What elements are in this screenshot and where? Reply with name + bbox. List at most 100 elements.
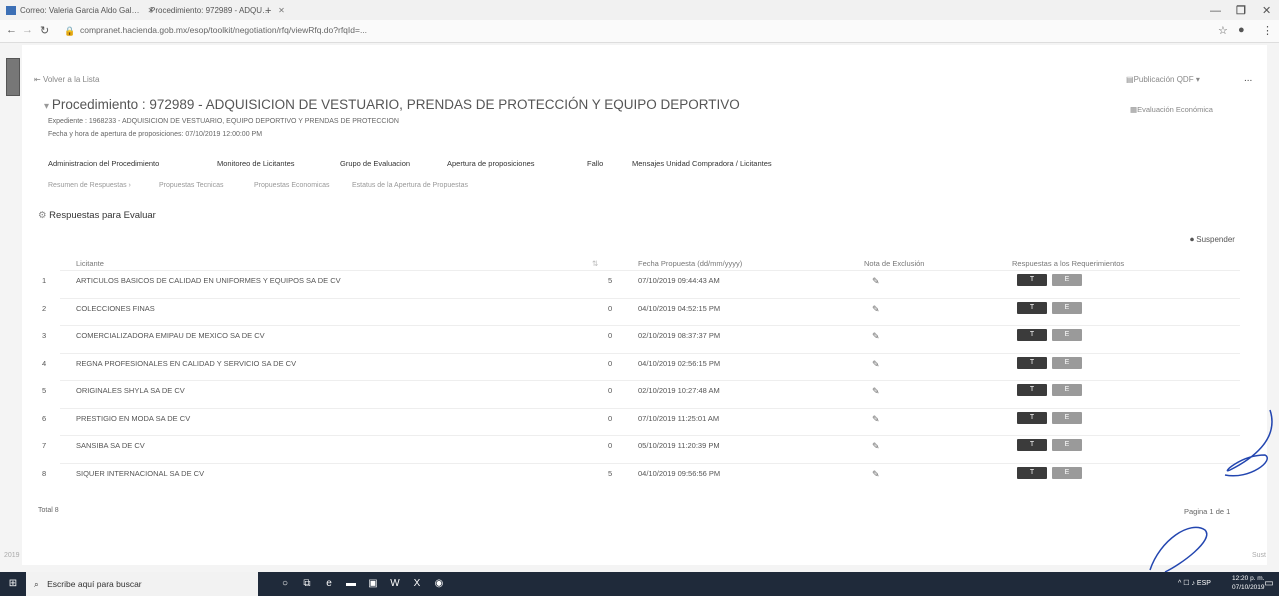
taskbar: ⊞ ⌕ Escribe aquí para buscar ○ ⧉ e ▬ ▣ W… bbox=[0, 572, 1279, 596]
clock[interactable]: 12:20 p. m. 07/10/2019 bbox=[1232, 574, 1265, 592]
excel-icon[interactable]: X bbox=[410, 577, 424, 591]
gear-icon: ⚙ bbox=[38, 210, 47, 221]
menu-dots-icon[interactable]: ⋮ bbox=[1262, 24, 1273, 37]
edit-note-icon[interactable]: ✎ bbox=[872, 414, 880, 425]
back-icon[interactable]: ← bbox=[6, 24, 17, 36]
evaluacion-economica-link[interactable]: ▦Evaluación Económica bbox=[1130, 105, 1213, 114]
suspend-button[interactable]: ⏺ Suspender bbox=[1190, 235, 1235, 245]
chrome-icon[interactable]: ◉ bbox=[432, 577, 446, 591]
col-respuestas[interactable]: Respuestas a los Requerimientos bbox=[1012, 259, 1124, 268]
col-fecha[interactable]: Fecha Propuesta (dd/mm/yyyy) bbox=[638, 259, 742, 268]
notifications-icon[interactable]: ▭ bbox=[1262, 577, 1276, 591]
tab-apertura[interactable]: Apertura de proposiciones bbox=[447, 159, 535, 168]
economica-button[interactable]: E bbox=[1052, 274, 1082, 286]
browser-tab-mail[interactable]: Correo: Valeria Garcia Aldo Gal… ✕ bbox=[6, 3, 154, 19]
fecha-apertura-text: Fecha y hora de apertura de proposicione… bbox=[48, 131, 263, 138]
licitante-link[interactable]: ORIGINALES SHYLA SA DE CV bbox=[76, 386, 185, 395]
back-to-list-link[interactable]: ⇤ Volver a la Lista bbox=[34, 75, 99, 84]
economica-button[interactable]: E bbox=[1052, 384, 1082, 396]
page-title-block: ▾ Procedimiento : 972989 - ADQUISICION D… bbox=[44, 97, 740, 112]
fecha-propuesta: 02/10/2019 10:27:48 AM bbox=[638, 386, 720, 395]
subtab-resumen[interactable]: Resumen de Respuestas › bbox=[48, 182, 131, 189]
tab-mensajes[interactable]: Mensajes Unidad Compradora / Licitantes bbox=[632, 159, 772, 168]
evaluacion-economica-label: Evaluación Económica bbox=[1137, 105, 1213, 114]
tecnica-button[interactable]: T bbox=[1017, 384, 1047, 396]
fecha-propuesta: 04/10/2019 04:52:15 PM bbox=[638, 303, 721, 313]
tecnica-button[interactable]: T bbox=[1017, 466, 1047, 479]
window-close-icon[interactable]: ✕ bbox=[1262, 3, 1271, 19]
more-options-button[interactable]: ... bbox=[1244, 73, 1252, 84]
subtab-estatus-apertura[interactable]: Estatus de la Apertura de Propuestas bbox=[352, 182, 468, 189]
tray-icons[interactable]: ^ ☐ ♪ ESP bbox=[1178, 579, 1211, 587]
licitante-link[interactable]: SANSIBA SA DE CV bbox=[76, 441, 145, 450]
row-number: 4 bbox=[42, 358, 47, 368]
licitante-link[interactable]: PRESTIGIO EN MODA SA DE CV bbox=[76, 414, 190, 423]
subtab-economicas[interactable]: Propuestas Economicas bbox=[254, 182, 329, 189]
tecnica-button[interactable]: T bbox=[1017, 439, 1047, 451]
tecnica-button[interactable]: T bbox=[1017, 274, 1047, 286]
cortana-icon[interactable]: ○ bbox=[278, 577, 292, 591]
new-tab-button[interactable]: + bbox=[265, 3, 271, 19]
licitante-link[interactable]: ARTICULOS BASICOS DE CALIDAD EN UNIFORME… bbox=[76, 276, 341, 285]
publication-button[interactable]: ▤Publicación QDF ▾ bbox=[1126, 75, 1200, 84]
taskbar-search[interactable]: ⌕ Escribe aquí para buscar bbox=[26, 572, 258, 596]
tab-label: Procedimiento: 972989 - ADQU… bbox=[150, 6, 271, 15]
tecnica-button[interactable]: T bbox=[1017, 411, 1047, 424]
tecnica-button[interactable]: T bbox=[1017, 301, 1047, 314]
star-icon[interactable]: ☆ bbox=[1218, 24, 1228, 37]
licitante-link[interactable]: COMERCIALIZADORA EMIPAU DE MEXICO SA DE … bbox=[76, 331, 265, 340]
row-divider bbox=[60, 297, 1240, 299]
licitante-link[interactable]: COLECCIONES FINAS bbox=[76, 304, 155, 313]
sort-icon[interactable]: ⇅ bbox=[592, 259, 598, 268]
edge-icon[interactable]: e bbox=[322, 577, 336, 591]
row-count: 5 bbox=[608, 468, 613, 478]
expediente-text: Expediente : 1968233 - ADQUISICION DE VE… bbox=[48, 118, 399, 125]
economica-button[interactable]: E bbox=[1052, 356, 1082, 369]
tab-monitoreo[interactable]: Monitoreo de Licitantes bbox=[217, 159, 295, 168]
edit-note-icon[interactable]: ✎ bbox=[872, 276, 880, 287]
task-view-icon[interactable]: ⧉ bbox=[300, 577, 314, 591]
page-title: ▾ Procedimiento : 972989 - ADQUISICION D… bbox=[44, 97, 740, 112]
economica-button[interactable]: E bbox=[1052, 439, 1082, 451]
close-icon[interactable]: ✕ bbox=[278, 6, 285, 15]
edit-note-icon[interactable]: ✎ bbox=[872, 469, 880, 480]
economica-button[interactable]: E bbox=[1052, 301, 1082, 314]
licitante-link[interactable]: REGNA PROFESIONALES EN CALIDAD Y SERVICI… bbox=[76, 359, 296, 368]
edit-note-icon[interactable]: ✎ bbox=[872, 441, 880, 452]
tecnica-button[interactable]: T bbox=[1017, 329, 1047, 341]
clock-date: 07/10/2019 bbox=[1232, 584, 1265, 591]
tab-administracion[interactable]: Administracion del Procedimiento bbox=[48, 159, 159, 168]
edit-note-icon[interactable]: ✎ bbox=[872, 304, 880, 315]
file-explorer-icon[interactable]: ▬ bbox=[344, 577, 358, 591]
fecha-propuesta: 07/10/2019 11:25:01 AM bbox=[638, 413, 720, 423]
tecnica-button[interactable]: T bbox=[1017, 356, 1047, 369]
edit-note-icon[interactable]: ✎ bbox=[872, 386, 880, 397]
page-title-text: Procedimiento : 972989 - ADQUISICION DE … bbox=[51, 97, 740, 112]
section-title: ⚙ Respuestas para Evaluar bbox=[38, 210, 156, 221]
row-count: 0 bbox=[608, 386, 613, 395]
economica-button[interactable]: E bbox=[1052, 466, 1082, 479]
restore-icon[interactable]: ❐ bbox=[1236, 3, 1246, 19]
row-number: 6 bbox=[42, 413, 47, 423]
store-icon[interactable]: ▣ bbox=[366, 577, 380, 591]
col-nota-exclusion[interactable]: Nota de Exclusión bbox=[864, 259, 924, 268]
tab-grupo-evaluacion[interactable]: Grupo de Evaluacion bbox=[340, 159, 410, 168]
licitante-link[interactable]: SIQUER INTERNACIONAL SA DE CV bbox=[76, 469, 204, 478]
row-count: 0 bbox=[608, 358, 613, 368]
reload-icon[interactable]: ↻ bbox=[40, 24, 49, 37]
url-field[interactable]: compranet.hacienda.gob.mx/esop/toolkit/n… bbox=[80, 25, 367, 35]
edit-note-icon[interactable]: ✎ bbox=[872, 359, 880, 370]
edit-note-icon[interactable]: ✎ bbox=[872, 331, 880, 342]
forward-icon[interactable]: → bbox=[22, 24, 33, 36]
windows-start-icon[interactable]: ⊞ bbox=[6, 577, 20, 591]
minimize-icon[interactable]: — bbox=[1210, 3, 1221, 19]
tab-fallo[interactable]: Fallo bbox=[587, 159, 603, 168]
economica-button[interactable]: E bbox=[1052, 329, 1082, 341]
col-licitante[interactable]: Licitante bbox=[76, 259, 104, 268]
word-icon[interactable]: W bbox=[388, 577, 402, 591]
side-panel-handle[interactable] bbox=[6, 58, 20, 96]
subtab-tecnicas[interactable]: Propuestas Tecnicas bbox=[159, 182, 223, 189]
search-icon: ⌕ bbox=[34, 579, 39, 589]
economica-button[interactable]: E bbox=[1052, 411, 1082, 424]
profile-icon[interactable]: ● bbox=[1238, 24, 1245, 36]
